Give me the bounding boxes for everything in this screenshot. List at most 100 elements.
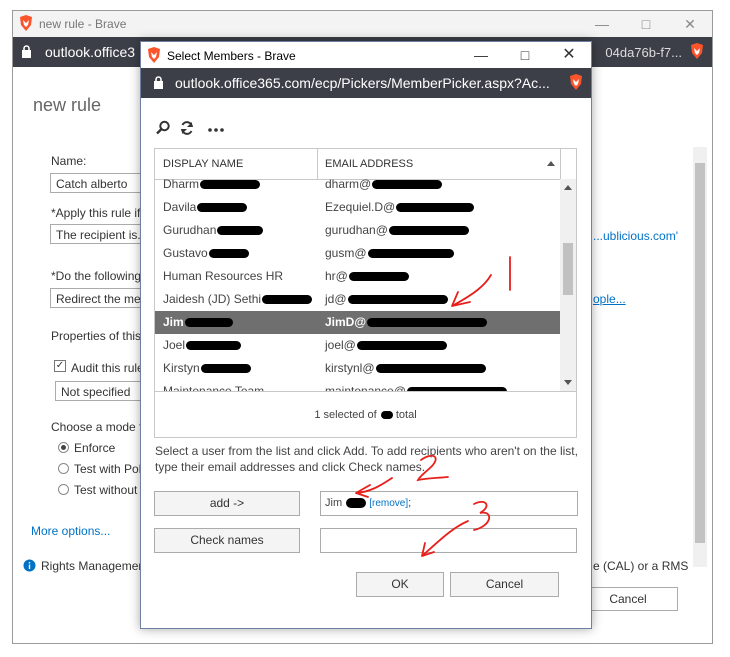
member-email: gurudhan@ [325, 223, 388, 237]
member-email-cell: gurudhan@ [325, 219, 469, 242]
background-scroll-thumb[interactable] [695, 163, 705, 543]
member-email: Ezequiel.D@ [325, 200, 396, 214]
member-name-cell: Joel [163, 334, 242, 357]
list-item[interactable]: Jim JimD@ [155, 311, 560, 334]
member-email: joel@ [325, 338, 356, 352]
instructions-text: Select a user from the list and click Ad… [155, 444, 578, 474]
apply-condition[interactable]: The recipient is... [50, 224, 150, 244]
dialog-minimize-button[interactable]: — [459, 42, 503, 68]
check-names-button[interactable]: Check names [154, 528, 300, 553]
member-email-cell: jd@ [325, 288, 448, 311]
member-name-cell: Davila [163, 196, 248, 219]
member-display-name: Davila [163, 200, 197, 214]
list-scrollbar[interactable] [560, 179, 576, 391]
dialog-maximize-button[interactable]: □ [503, 42, 547, 68]
list-item[interactable]: Gurudhan gurudhan@ [155, 219, 560, 242]
redaction-mark [262, 295, 313, 305]
lock-icon [153, 76, 164, 92]
member-display-name: Gustavo [163, 246, 208, 260]
column-display-name[interactable]: DISPLAY NAME [163, 149, 243, 179]
redaction-mark [197, 203, 248, 213]
member-name-cell: Jim [163, 311, 233, 334]
ok-button[interactable]: OK [356, 572, 444, 597]
redaction-mark [348, 272, 409, 282]
added-recipient-name: Jim [325, 497, 343, 509]
redaction-mark [347, 295, 448, 305]
dialog-close-button[interactable]: ✕ [547, 42, 591, 68]
background-cancel-button[interactable]: Cancel [578, 587, 678, 611]
redaction-mark [375, 364, 486, 374]
brave-shield-icon[interactable] [569, 74, 583, 93]
redaction-mark [388, 226, 469, 236]
member-email-cell: Ezequiel.D@ [325, 196, 475, 219]
redaction-mark [367, 318, 488, 328]
search-icon[interactable] [155, 120, 173, 138]
scroll-up-icon[interactable] [564, 185, 572, 190]
background-url[interactable]: outlook.office3 [45, 44, 135, 60]
member-display-name: Jim [163, 315, 184, 329]
mode-option-test-without: Test without [74, 483, 138, 497]
mode-enforce-radio[interactable] [58, 442, 69, 453]
list-item[interactable]: Davila Ezequiel.D@ [155, 196, 560, 219]
added-recipients-field[interactable]: Jim [remove]; [320, 491, 578, 516]
list-item[interactable]: Gustavo gusm@ [155, 242, 560, 265]
member-name-cell: Kirstyn [163, 357, 251, 380]
cancel-button[interactable]: Cancel [450, 572, 559, 597]
column-email-address[interactable]: EMAIL ADDRESS [325, 149, 413, 179]
scroll-thumb[interactable] [563, 243, 573, 295]
recipient-separator: ; [408, 497, 412, 509]
selection-count-text: 1 selected of [314, 409, 377, 421]
redaction-mark [372, 180, 443, 190]
dialog-titlebar: Select Members - Brave — □ ✕ [141, 42, 591, 68]
member-display-name: Gurudhan [163, 223, 217, 237]
list-item[interactable]: Maintenance Team maintenance@ [155, 380, 560, 391]
member-email-cell: hr@ [325, 265, 409, 288]
select-members-dialog: Select Members - Brave — □ ✕ outlook.off… [140, 41, 592, 629]
list-item[interactable]: Dharm dharm@ [155, 179, 560, 196]
brave-shield-icon[interactable] [690, 43, 704, 62]
add-button[interactable]: add -> [154, 491, 300, 516]
scroll-down-icon[interactable] [564, 380, 572, 385]
brave-icon [147, 47, 161, 66]
mode-test-without-radio[interactable] [58, 484, 69, 495]
list-item[interactable]: Joel joel@ [155, 334, 560, 357]
refresh-icon[interactable] [179, 120, 197, 138]
apply-condition-tail: ...ublicious.com' [593, 229, 678, 243]
member-email-cell: maintenance@ [325, 380, 507, 391]
redaction-mark [396, 203, 475, 213]
action-field[interactable]: Redirect the me [50, 288, 150, 308]
member-name-cell: Gurudhan [163, 219, 264, 242]
lock-icon [21, 45, 32, 61]
list-item[interactable]: Jaidesh (JD) Sethi jd@ [155, 288, 560, 311]
member-name-cell: Dharm [163, 179, 261, 196]
close-button[interactable]: ✕ [668, 11, 712, 37]
remove-link[interactable]: [remove] [369, 498, 408, 509]
action-tail-link[interactable]: ople... [593, 292, 626, 306]
redaction-mark [200, 364, 251, 374]
severity-select[interactable]: Not specified [55, 381, 145, 401]
do-label: *Do the following [51, 269, 142, 283]
background-titlebar: new rule - Brave — □ ✕ [13, 11, 712, 38]
maximize-button[interactable]: □ [624, 11, 668, 37]
mode-option-enforce: Enforce [74, 441, 116, 455]
redaction-mark [356, 341, 447, 351]
rights-management-tail: e (CAL) or a RMS [593, 559, 689, 573]
more-icon[interactable] [207, 120, 225, 138]
member-name-cell: Gustavo [163, 242, 249, 265]
redaction-mark [346, 498, 367, 509]
member-email: JimD@ [325, 315, 367, 329]
minimize-button[interactable]: — [580, 11, 624, 37]
dialog-url[interactable]: outlook.office365.com/ecp/Pickers/Member… [175, 75, 550, 91]
apply-label: *Apply this rule if [51, 206, 141, 220]
audit-checkbox[interactable]: ✓ [54, 360, 66, 372]
list-item[interactable]: Kirstyn kirstynl@ [155, 357, 560, 380]
member-email-cell: dharm@ [325, 179, 443, 196]
check-names-input[interactable] [320, 528, 577, 553]
list-item[interactable]: Human Resources HR hr@ [155, 265, 560, 288]
list-header: DISPLAY NAME EMAIL ADDRESS [155, 149, 576, 180]
column-separator [560, 149, 561, 179]
mode-test-policy-radio[interactable] [58, 463, 69, 474]
background-scrollbar[interactable] [693, 147, 707, 567]
more-options-link[interactable]: More options... [31, 524, 110, 538]
dialog-address-bar: outlook.office365.com/ecp/Pickers/Member… [141, 68, 591, 98]
